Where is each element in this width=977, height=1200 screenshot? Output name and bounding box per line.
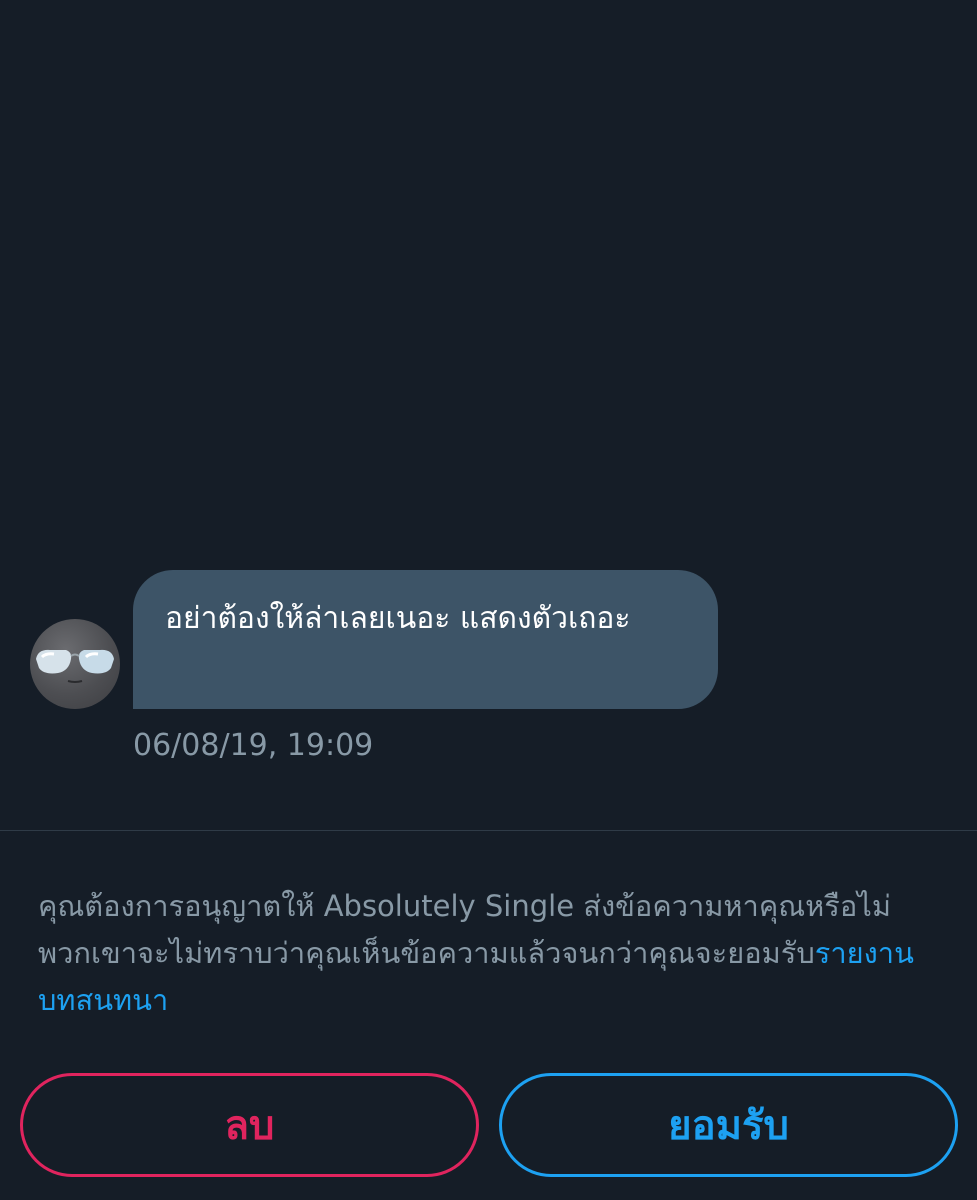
message-bubble[interactable]: อย่าต้องให้ล่าเลยเนอะ แสดงตัวเถอะ: [133, 570, 718, 709]
message-timestamp: 06/08/19, 19:09: [133, 728, 374, 763]
message-request-notice: คุณต้องการอนุญาตให้ Absolutely Single ส่…: [38, 883, 948, 1024]
request-prompt-text: คุณต้องการอนุญาตให้ Absolutely Single ส่…: [38, 889, 891, 970]
delete-button[interactable]: ลบ: [20, 1073, 479, 1177]
accept-button[interactable]: ยอมรับ: [499, 1073, 958, 1177]
message-text: อย่าต้องให้ล่าเลยเนอะ แสดงตัวเถอะ: [165, 601, 631, 636]
conversation-area: อย่าต้องให้ล่าเลยเนอะ แสดงตัวเถอะ 06/08/…: [0, 0, 977, 830]
sender-avatar[interactable]: [30, 619, 120, 709]
divider: [0, 830, 977, 831]
sunglasses-avatar-icon: [36, 649, 114, 683]
